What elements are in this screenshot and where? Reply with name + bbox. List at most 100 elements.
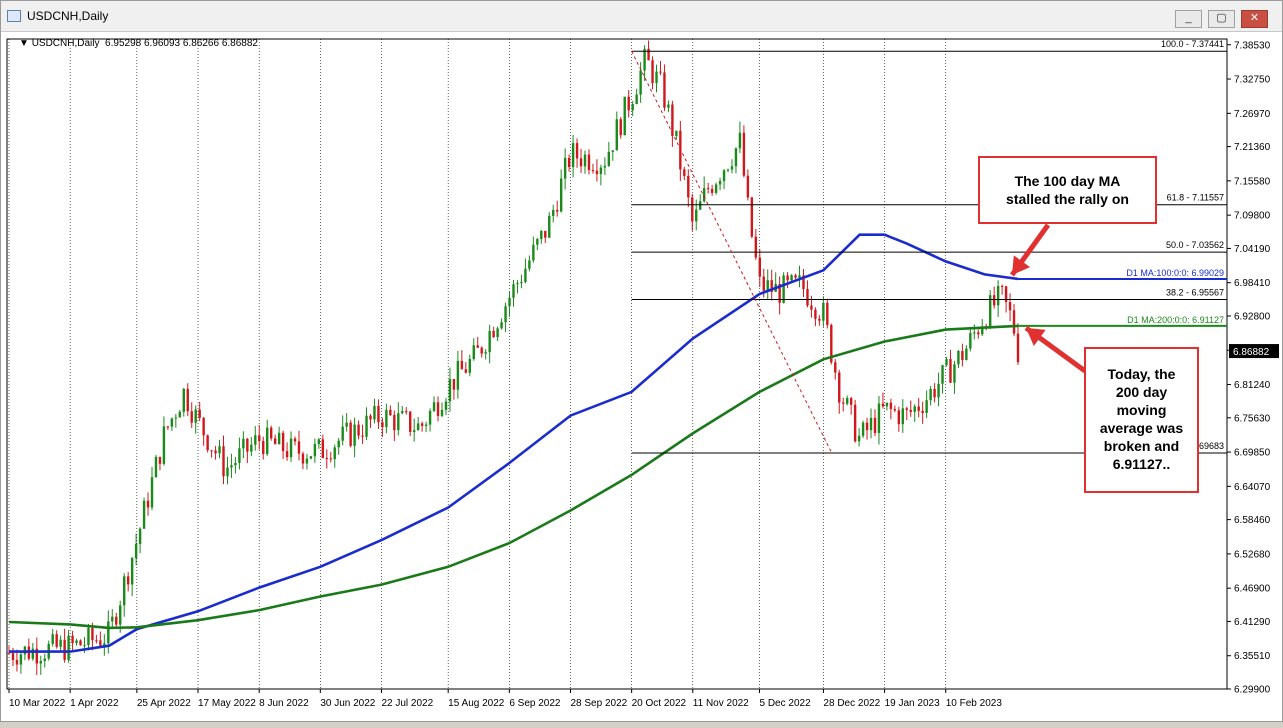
candle-body	[925, 400, 928, 413]
candle-body	[615, 119, 618, 151]
candle-body	[977, 332, 980, 335]
candle-body	[917, 406, 920, 411]
candle-body	[393, 415, 396, 431]
candle-body	[810, 305, 813, 310]
x-tick-label: 8 Jun 2022	[259, 698, 309, 709]
candle-body	[663, 72, 666, 108]
minimize-button[interactable]: _	[1175, 10, 1202, 28]
candle-body	[107, 621, 110, 644]
candle-body	[838, 372, 841, 403]
candle-body	[623, 96, 626, 136]
candle-body	[544, 230, 547, 238]
candle-body	[691, 197, 694, 222]
candle-body	[115, 616, 118, 625]
candle-body	[99, 640, 102, 646]
candle-body	[277, 432, 281, 445]
candle-body	[472, 345, 475, 360]
candle-body	[627, 96, 630, 111]
chart-window: USDCNH,Daily _ ▢ ✕ 10 Mar 2022 1 Apr 2022…	[0, 0, 1283, 722]
fib-level-label: 100.0 - 7.37441	[1161, 39, 1224, 49]
candle-body	[369, 415, 372, 420]
x-tick-label: 6 Sep 2022	[509, 698, 561, 709]
candle-body	[877, 403, 881, 433]
candle-body	[714, 184, 718, 193]
candle-body	[865, 422, 869, 431]
candle-body	[341, 426, 344, 441]
candle-body	[762, 276, 765, 291]
candle-body	[857, 435, 861, 442]
candle-body	[814, 309, 817, 319]
y-tick-label: 6.46900	[1234, 584, 1271, 595]
candle-body	[826, 302, 829, 325]
candle-body	[186, 388, 189, 412]
y-tick-label: 6.29900	[1234, 685, 1271, 696]
candle-body	[162, 426, 166, 464]
candle-body	[254, 435, 257, 445]
x-tick-label: 11 Nov 2022	[693, 698, 749, 709]
candle-body	[210, 450, 213, 452]
candle-body	[405, 411, 408, 413]
candle-body	[59, 639, 62, 647]
candle-body	[595, 170, 599, 175]
candle-body	[55, 634, 58, 647]
candle-body	[842, 402, 845, 404]
candle-body	[1016, 333, 1020, 363]
candle-body	[893, 408, 897, 411]
candle-body	[687, 175, 690, 198]
candle-body	[91, 627, 94, 641]
candle-body	[675, 130, 678, 136]
candle-body	[63, 639, 66, 660]
x-tick-label: 22 Jul 2022	[381, 698, 433, 709]
close-button[interactable]: ✕	[1241, 10, 1268, 28]
x-tick-label: 10 Feb 2023	[946, 698, 1003, 709]
candle-body	[178, 411, 182, 418]
candle-body	[31, 648, 35, 659]
candle-body	[440, 409, 444, 416]
y-tick-label: 7.26970	[1234, 109, 1271, 120]
candle-body	[520, 282, 523, 284]
candle-body	[909, 409, 912, 412]
candle-body	[607, 151, 611, 166]
candle-body	[142, 500, 146, 529]
candle-body	[416, 423, 420, 431]
candle-body	[933, 388, 936, 398]
candle-body	[706, 188, 710, 190]
candle-body	[555, 209, 559, 212]
maximize-button[interactable]: ▢	[1208, 10, 1235, 28]
candle-body	[1008, 301, 1012, 311]
candle-body	[738, 132, 742, 149]
candle-body	[889, 402, 893, 409]
candle-body	[579, 158, 583, 167]
candle-body	[885, 402, 889, 407]
x-tick-label: 25 Apr 2022	[137, 698, 191, 709]
candle-body	[146, 500, 150, 508]
candle-body	[639, 70, 642, 95]
candle-body	[337, 440, 340, 448]
candle-body	[305, 458, 309, 464]
candle-body	[444, 401, 448, 410]
candle-body	[897, 410, 901, 425]
candle-body	[631, 103, 634, 111]
candle-body	[19, 654, 23, 665]
candle-body	[377, 405, 380, 423]
candle-body	[901, 408, 904, 425]
candle-body	[540, 230, 543, 240]
candle-body	[448, 379, 452, 402]
annotation-200-day-ma: Today, the 200 day moving average was br…	[1084, 347, 1199, 493]
candle-body	[766, 280, 769, 291]
x-tick-label: 20 Oct 2022	[632, 698, 687, 709]
x-tick-label: 15 Aug 2022	[448, 698, 505, 709]
candle-body	[87, 627, 90, 646]
candle-body	[424, 424, 428, 426]
candle-body	[75, 640, 78, 644]
y-tick-label: 7.32750	[1234, 75, 1271, 86]
candle-body	[194, 409, 197, 423]
candle-body	[528, 260, 531, 269]
annotation-100-day-ma: The 100 day MA stalled the rally on	[978, 156, 1157, 224]
candle-body	[301, 453, 305, 464]
candle-body	[389, 409, 392, 416]
candle-body	[361, 435, 364, 437]
candle-body	[853, 404, 857, 442]
candle-body	[532, 244, 535, 261]
candle-body	[750, 197, 754, 237]
